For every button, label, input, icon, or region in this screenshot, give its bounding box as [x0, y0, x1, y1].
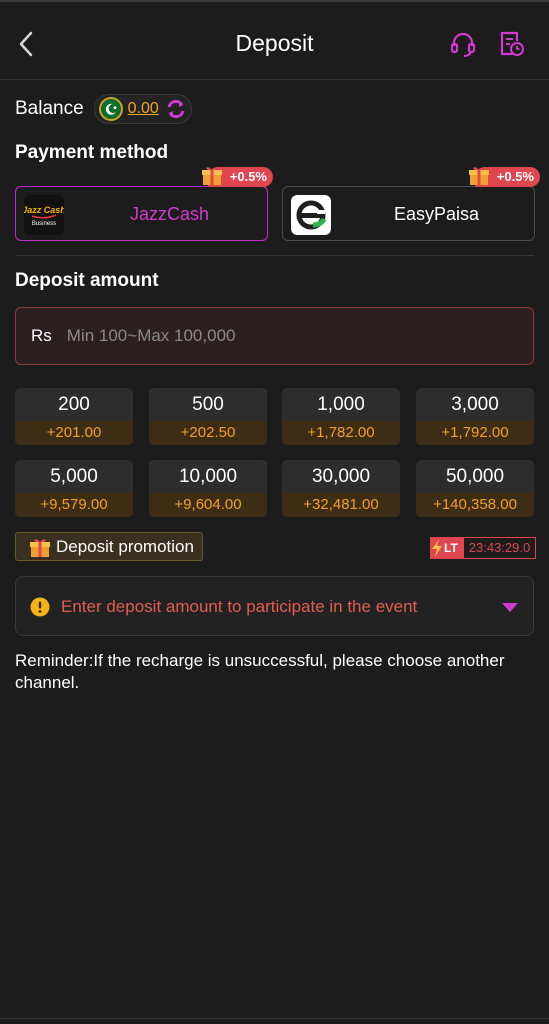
svg-text:Jazz Cash: Jazz Cash: [24, 205, 64, 215]
section-divider: [15, 255, 534, 256]
amount-value: 30,000: [311, 466, 371, 487]
payment-option-name: JazzCash: [129, 204, 210, 224]
gift-icon: [201, 167, 222, 185]
payment-method-title: Payment method: [15, 142, 169, 163]
amount-option-1000[interactable]: 1,000 +1,782.00: [282, 388, 400, 445]
history-icon: [500, 31, 524, 56]
amount-bonus: +9,604.00: [149, 493, 267, 517]
deposit-page: Deposit Balance 0.00 Payment method Jazz…: [0, 0, 549, 1024]
event-dropdown[interactable]: Enter deposit amount to participate in t…: [15, 576, 534, 636]
amount-bonus: +202.50: [149, 421, 267, 445]
deposit-amount-input[interactable]: [66, 326, 487, 346]
balance-label: Balance: [15, 98, 84, 119]
amount-bonus: +140,358.00: [416, 493, 534, 517]
amount-value: 5,000: [50, 466, 98, 487]
amount-value: 200: [58, 394, 90, 415]
bonus-tag: +0.5%: [468, 167, 540, 187]
pakistan-flag-icon: [98, 97, 123, 121]
amount-option-10000[interactable]: 10,000 +9,604.00: [149, 460, 267, 517]
reminder-text: Reminder:If the recharge is unsuccessful…: [15, 651, 505, 692]
amount-option-500[interactable]: 500 +202.50: [149, 388, 267, 445]
amount-value: 500: [192, 394, 224, 415]
amount-value: 10,000: [178, 466, 238, 487]
refresh-icon[interactable]: [165, 98, 187, 120]
amount-option-5000[interactable]: 5,000 +9,579.00: [15, 460, 133, 517]
amount-value: 1,000: [317, 394, 365, 415]
deposit-amount-title: Deposit amount: [15, 270, 159, 291]
event-hint-text: Enter deposit amount to participate in t…: [61, 597, 418, 616]
amount-bonus: +201.00: [15, 421, 133, 445]
balance-pill: 0.00: [93, 94, 192, 124]
countdown-value: 23:43:29.0: [463, 537, 537, 559]
amount-option-200[interactable]: 200 +201.00: [15, 388, 133, 445]
customer-support-button[interactable]: [448, 28, 478, 60]
amount-bonus: +9,579.00: [15, 493, 133, 517]
caret-down-icon: [502, 603, 518, 612]
balance-value: 0.00: [127, 100, 159, 117]
amount-bonus: +1,782.00: [282, 421, 400, 445]
easypaisa-logo-icon: [291, 195, 331, 235]
amount-bonus: +1,792.00: [416, 421, 534, 445]
deposit-promotion-tag: Deposit promotion: [15, 532, 203, 561]
deposit-amount-field[interactable]: Rs: [15, 307, 534, 365]
header-bar: Deposit: [0, 0, 549, 80]
bottom-edge: [0, 1018, 549, 1024]
jazzcash-logo-icon: Jazz Cash Business: [24, 195, 64, 235]
payment-option-name: EasyPaisa: [393, 204, 480, 224]
payment-option-easypaisa[interactable]: EasyPaisa +0.5%: [282, 167, 540, 241]
gift-icon: [468, 167, 489, 185]
currency-label: Rs: [31, 326, 52, 345]
deposit-history-button[interactable]: [496, 28, 526, 60]
promotion-timer: LT 23:43:29.0: [430, 537, 537, 559]
gift-icon: [30, 539, 50, 557]
amount-option-3000[interactable]: 3,000 +1,792.00: [416, 388, 534, 445]
payment-option-jazzcash[interactable]: Jazz Cash Business JazzCash +0.5%: [15, 167, 273, 241]
deposit-promotion-label: Deposit promotion: [56, 537, 194, 556]
lightning-icon: [432, 539, 442, 557]
warning-icon: [30, 597, 50, 617]
amount-option-50000[interactable]: 50,000 +140,358.00: [416, 460, 534, 517]
amount-value: 50,000: [445, 466, 505, 487]
balance-row: Balance 0.00: [15, 94, 192, 124]
bonus-tag: +0.5%: [201, 167, 273, 187]
amount-bonus: +32,481.00: [282, 493, 400, 517]
bonus-percent: +0.5%: [229, 169, 267, 184]
bonus-percent: +0.5%: [496, 169, 534, 184]
limited-time-badge: LT: [430, 537, 464, 559]
limited-time-label: LT: [444, 541, 458, 555]
amount-value: 3,000: [451, 394, 499, 415]
amount-option-30000[interactable]: 30,000 +32,481.00: [282, 460, 400, 517]
svg-text:Business: Business: [32, 221, 56, 227]
headset-icon: [450, 32, 476, 57]
